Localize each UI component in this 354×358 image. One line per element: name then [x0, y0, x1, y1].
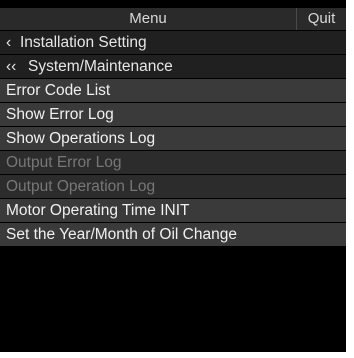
menu-item-system-maintenance[interactable]: ‹‹ System/Maintenance — [0, 55, 346, 78]
menu-list: ‹ Installation Setting ‹‹ System/Maintenan… — [0, 31, 346, 247]
chevron-left-icon: ‹ — [6, 34, 12, 51]
double-chevron-left-icon: ‹‹ — [6, 58, 17, 75]
menu-panel: Menu Quit ‹ Installation Setting ‹‹ System… — [0, 0, 346, 352]
menu-item-label: Set the Year/Month of Oil Change — [6, 226, 237, 243]
menu-item-label: System/Maintenance — [28, 58, 173, 75]
menu-item-label: Installation Setting — [20, 34, 147, 51]
menu-item-label: Show Operations Log — [6, 130, 156, 147]
menu-item-label: Output Operation Log — [6, 178, 156, 195]
menu-item-label: Show Error Log — [6, 106, 114, 123]
title-bar: Menu Quit — [0, 8, 346, 30]
menu-item-output-operation-log: Output Operation Log — [0, 175, 346, 198]
menu-item-motor-operating-time-init[interactable]: Motor Operating Time INIT — [0, 199, 346, 222]
menu-item-label: Output Error Log — [6, 154, 122, 171]
menu-item-show-error-log[interactable]: Show Error Log — [0, 103, 346, 126]
menu-item-show-operations-log[interactable]: Show Operations Log — [0, 127, 346, 150]
menu-item-error-code-list[interactable]: Error Code List — [0, 79, 346, 102]
menu-item-output-error-log: Output Error Log — [0, 151, 346, 174]
menu-item-installation-setting[interactable]: ‹ Installation Setting — [0, 31, 346, 54]
quit-button[interactable]: Quit — [296, 8, 346, 30]
menu-item-label: Error Code List — [6, 82, 111, 99]
menu-title: Menu — [129, 10, 167, 27]
menu-item-set-oil-change[interactable]: Set the Year/Month of Oil Change — [0, 223, 346, 246]
menu-item-label: Motor Operating Time INIT — [6, 202, 190, 219]
